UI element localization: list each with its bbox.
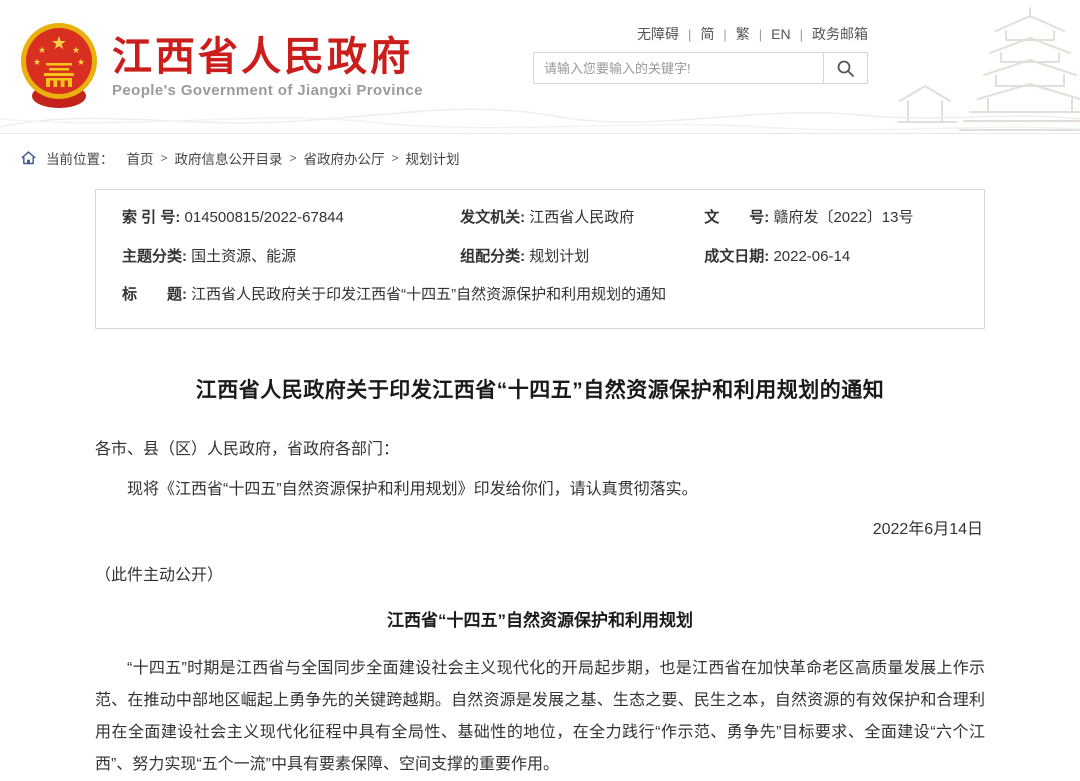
plan-subtitle: 江西省“十四五”自然资源保护和利用规划: [95, 606, 985, 631]
document-content: 索 引 号: 014500815/2022-67844 发文机关: 江西省人民政…: [95, 189, 985, 781]
search-input[interactable]: [534, 53, 823, 83]
link-divider: |: [688, 27, 691, 42]
document-paragraph-1: 现将《江西省“十四五”自然资源保护和利用规划》印发给你们，请认真贯彻落实。: [95, 474, 985, 506]
pagoda-sketch-watermark: [880, 0, 1080, 133]
page: ★ ★ ★ ★ ★ 江西省人民政府 People's Government of…: [0, 0, 1080, 712]
document-date: 2022年6月14日: [95, 514, 983, 546]
meta-document-number: 文 号: 赣府发〔2022〕13号: [704, 207, 984, 230]
site-subtitle: People's Government of Jiangxi Province: [112, 82, 423, 99]
top-link-gov-mailbox[interactable]: 政务邮箱: [812, 24, 868, 44]
meta-group-category: 组配分类: 规划计划: [460, 246, 704, 269]
svg-text:★: ★: [38, 45, 46, 55]
breadcrumb-item-planning[interactable]: 规划计划: [406, 148, 460, 168]
svg-text:★: ★: [51, 33, 67, 53]
breadcrumb-item-general-office[interactable]: 省政府办公厅: [304, 148, 385, 168]
breadcrumb-item-home[interactable]: 首页: [127, 148, 154, 168]
meta-issuing-agency: 发文机关: 江西省人民政府: [460, 207, 704, 230]
breadcrumb-separator: >: [161, 151, 168, 165]
top-link-english[interactable]: EN: [771, 26, 790, 42]
svg-text:★: ★: [33, 57, 41, 67]
meta-row: 标 题: 江西省人民政府关于印发江西省“十四五”自然资源保护和利用规划的通知: [96, 276, 984, 315]
breadcrumb-label: 当前位置：: [46, 148, 114, 168]
top-link-traditional-chinese[interactable]: 繁: [736, 24, 750, 44]
meta-index-number: 索 引 号: 014500815/2022-67844: [96, 207, 460, 230]
svg-text:★: ★: [77, 57, 85, 67]
national-emblem-logo: ★ ★ ★ ★ ★: [18, 20, 100, 110]
brand-text: 江西省人民政府 People's Government of Jiangxi P…: [112, 31, 423, 99]
search-button[interactable]: [823, 53, 867, 83]
breadcrumb-item-info-directory[interactable]: 政府信息公开目录: [175, 148, 283, 168]
site-title: 江西省人民政府: [112, 35, 423, 79]
search-box: [533, 52, 868, 84]
meta-title: 标 题: 江西省人民政府关于印发江西省“十四五”自然资源保护和利用规划的通知: [96, 284, 984, 307]
home-icon: [20, 150, 37, 166]
site-header: ★ ★ ★ ★ ★ 江西省人民政府 People's Government of…: [0, 0, 1080, 133]
disclosure-note: （此件主动公开）: [95, 560, 985, 592]
meta-row: 索 引 号: 014500815/2022-67844 发文机关: 江西省人民政…: [96, 199, 984, 238]
link-divider: |: [759, 27, 762, 42]
breadcrumb-separator: >: [290, 151, 297, 165]
site-brand: ★ ★ ★ ★ ★ 江西省人民政府 People's Government of…: [18, 20, 423, 110]
document-salutation: 各市、县（区）人民政府，省政府各部门：: [95, 434, 985, 466]
document-meta-table: 索 引 号: 014500815/2022-67844 发文机关: 江西省人民政…: [95, 189, 985, 329]
document-title: 江西省人民政府关于印发江西省“十四五”自然资源保护和利用规划的通知: [95, 374, 985, 404]
breadcrumb-separator: >: [392, 151, 399, 165]
top-link-accessibility[interactable]: 无障碍: [637, 24, 679, 44]
top-link-simplified-chinese[interactable]: 简: [700, 24, 714, 44]
meta-row: 主题分类: 国土资源、能源 组配分类: 规划计划 成文日期: 2022-06-1…: [96, 238, 984, 277]
meta-topic-category: 主题分类: 国土资源、能源: [96, 246, 460, 269]
breadcrumb: 当前位置： 首页 > 政府信息公开目录 > 省政府办公厅 > 规划计划: [0, 133, 1080, 181]
document-paragraph-2: “十四五”时期是江西省与全国同步全面建设社会主义现代化的开局起步期，也是江西省在…: [95, 653, 985, 781]
top-utility-links: 无障碍 | 简 | 繁 | EN | 政务邮箱: [637, 24, 868, 44]
link-divider: |: [723, 27, 726, 42]
meta-issue-date: 成文日期: 2022-06-14: [704, 246, 984, 269]
search-icon: [836, 59, 855, 78]
link-divider: |: [800, 27, 803, 42]
svg-text:★: ★: [72, 45, 80, 55]
